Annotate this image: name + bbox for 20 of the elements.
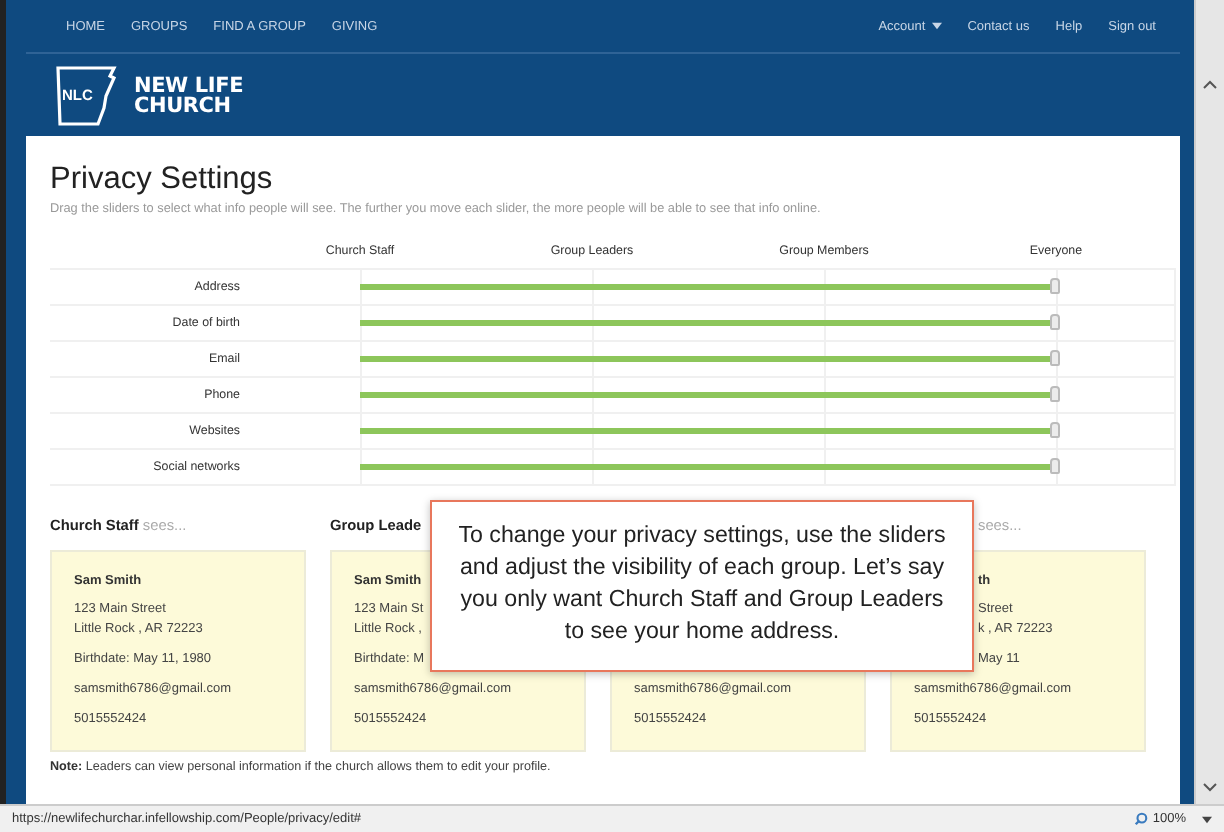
slider-handle[interactable] (1050, 314, 1060, 330)
caret-icon[interactable] (1202, 815, 1212, 823)
scroll-down-icon[interactable] (1202, 782, 1218, 792)
slider-handle[interactable] (1050, 278, 1060, 294)
slider-handle[interactable] (1050, 422, 1060, 438)
church-name: NEW LIFE CHURCH (134, 75, 244, 115)
page-title: Privacy Settings (50, 164, 275, 196)
slider-handle[interactable] (1050, 458, 1060, 474)
visibility-slider[interactable] (360, 428, 1056, 434)
visibility-slider[interactable] (360, 320, 1056, 326)
slider-handle[interactable] (1050, 350, 1060, 366)
scroll-up-icon[interactable] (1202, 80, 1218, 90)
callout-box: To change your privacy settings, use the sliders and adjust the visibility of each group. Let’s say you only want Church Staff and Group Leaders to see your home address. (430, 500, 974, 672)
slider-handle[interactable] (1050, 386, 1060, 402)
visibility-slider[interactable] (360, 392, 1056, 398)
visibility-slider[interactable] (360, 356, 1056, 362)
magnifier-icon (1134, 812, 1149, 826)
visibility-slider[interactable] (360, 464, 1056, 470)
scrollbar[interactable] (1194, 0, 1224, 804)
visibility-slider[interactable] (360, 284, 1056, 290)
